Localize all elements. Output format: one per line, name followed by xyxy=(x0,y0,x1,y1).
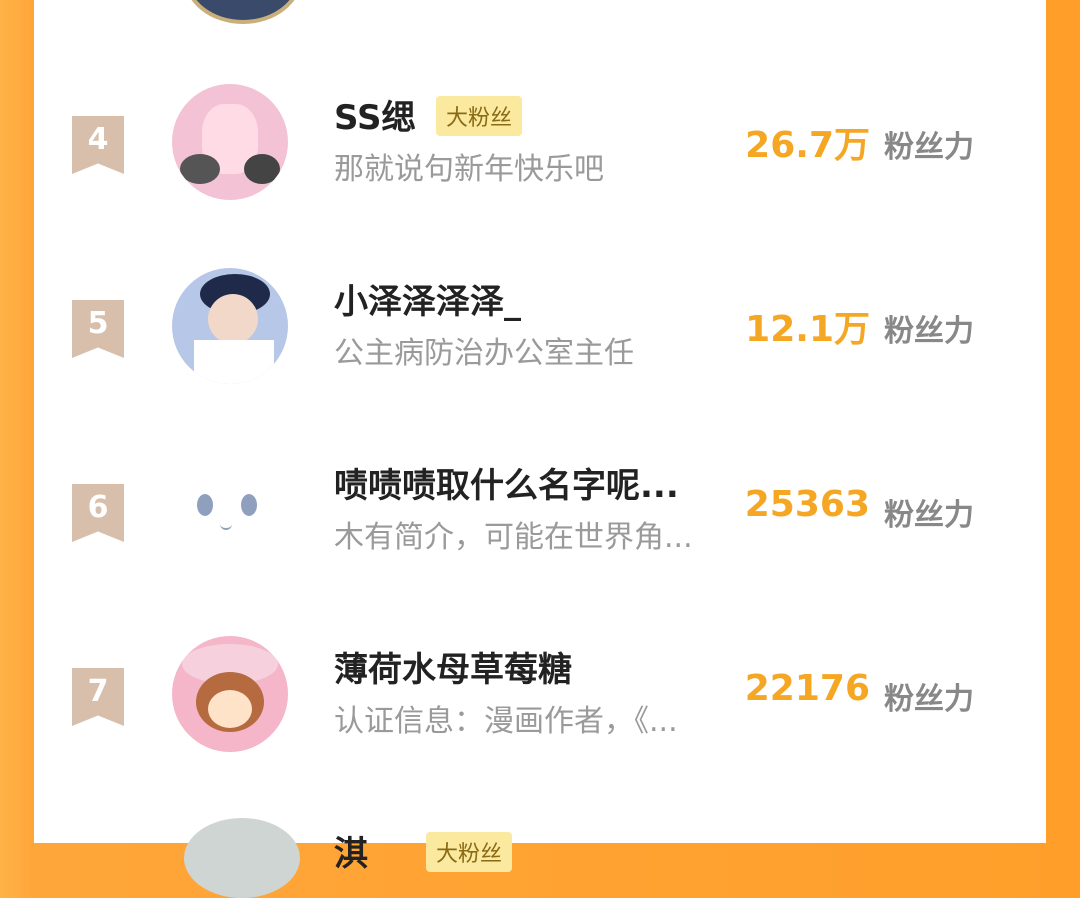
user-name[interactable]: SS缌 xyxy=(334,90,415,139)
fan-score: 26.7万 xyxy=(745,125,870,166)
list-item[interactable]: 6 啧啧啧取什么名字呢... 木有简介，可能在世界角... 25363 粉丝力 xyxy=(34,450,1046,600)
avatar[interactable] xyxy=(172,268,288,384)
avatar[interactable] xyxy=(172,636,288,752)
mouth-icon xyxy=(220,520,232,530)
user-name[interactable]: 薄荷水母草莓糖 xyxy=(334,642,572,691)
avatar[interactable] xyxy=(184,0,302,24)
list-item[interactable]: 7 薄荷水母草莓糖 认证信息：漫画作者，《... 22176 粉丝力 xyxy=(34,634,1046,784)
user-bio: 那就说句新年快乐吧 xyxy=(334,152,604,187)
list-item[interactable]: 5 小泽泽泽泽_ 公主病防治办公室主任 12.1万 粉丝力 xyxy=(34,266,1046,416)
user-name[interactable]: 小泽泽泽泽_ xyxy=(334,274,521,323)
fan-unit: 粉丝力 xyxy=(884,498,974,533)
fan-badge: 大粉丝 xyxy=(426,832,513,872)
fan-unit: 粉丝力 xyxy=(884,130,974,165)
avatar[interactable] xyxy=(184,818,300,898)
user-bio: 认证信息：漫画作者，《... xyxy=(334,704,678,739)
fan-score: 25363 xyxy=(744,484,870,525)
fan-unit: 粉丝力 xyxy=(884,682,974,717)
eye-icon xyxy=(241,494,257,516)
avatar[interactable] xyxy=(172,452,288,568)
rank-badge: 7 xyxy=(72,668,124,726)
fan-unit: 粉丝力 xyxy=(884,314,974,349)
list-item[interactable]: 4 SS缌 大粉丝 那就说句新年快乐吧 26.7万 粉丝力 xyxy=(34,82,1046,232)
user-name[interactable]: 啧啧啧取什么名字呢... xyxy=(334,458,679,507)
user-name[interactable]: 淇 xyxy=(334,826,368,875)
eye-icon xyxy=(197,494,213,516)
fan-badge: 大粉丝 xyxy=(436,96,523,136)
rank-badge: 4 xyxy=(72,116,124,174)
fan-score: 22176 xyxy=(744,668,870,709)
user-bio: 公主病防治办公室主任 xyxy=(334,336,634,371)
fan-score: 12.1万 xyxy=(745,309,870,350)
rank-badge: 6 xyxy=(72,484,124,542)
user-bio: 木有简介，可能在世界角... xyxy=(334,520,693,555)
rank-badge: 5 xyxy=(72,300,124,358)
avatar[interactable] xyxy=(172,84,288,200)
ranking-panel: 4 SS缌 大粉丝 那就说句新年快乐吧 26.7万 粉丝力 5 小泽泽泽泽_ 公… xyxy=(34,0,1046,898)
